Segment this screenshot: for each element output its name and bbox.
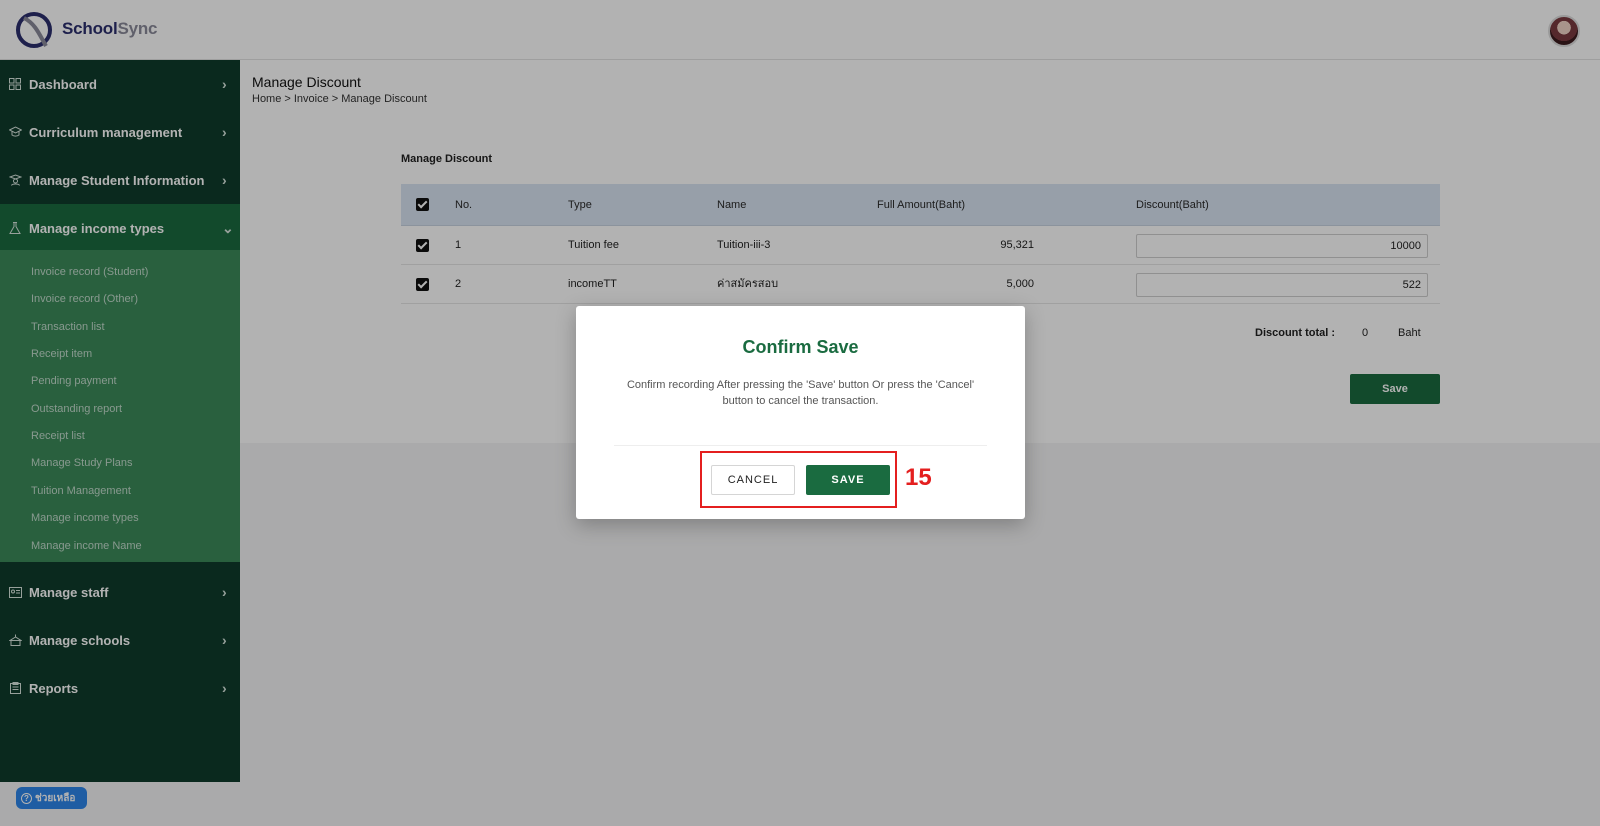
annotation-highlight-box [700,451,897,508]
dialog-title: Confirm Save [742,337,859,357]
dialog-message: Confirm recording After pressing the 'Sa… [626,379,975,407]
annotation-step-number: 15 [905,464,932,491]
dialog-divider [614,445,987,446]
